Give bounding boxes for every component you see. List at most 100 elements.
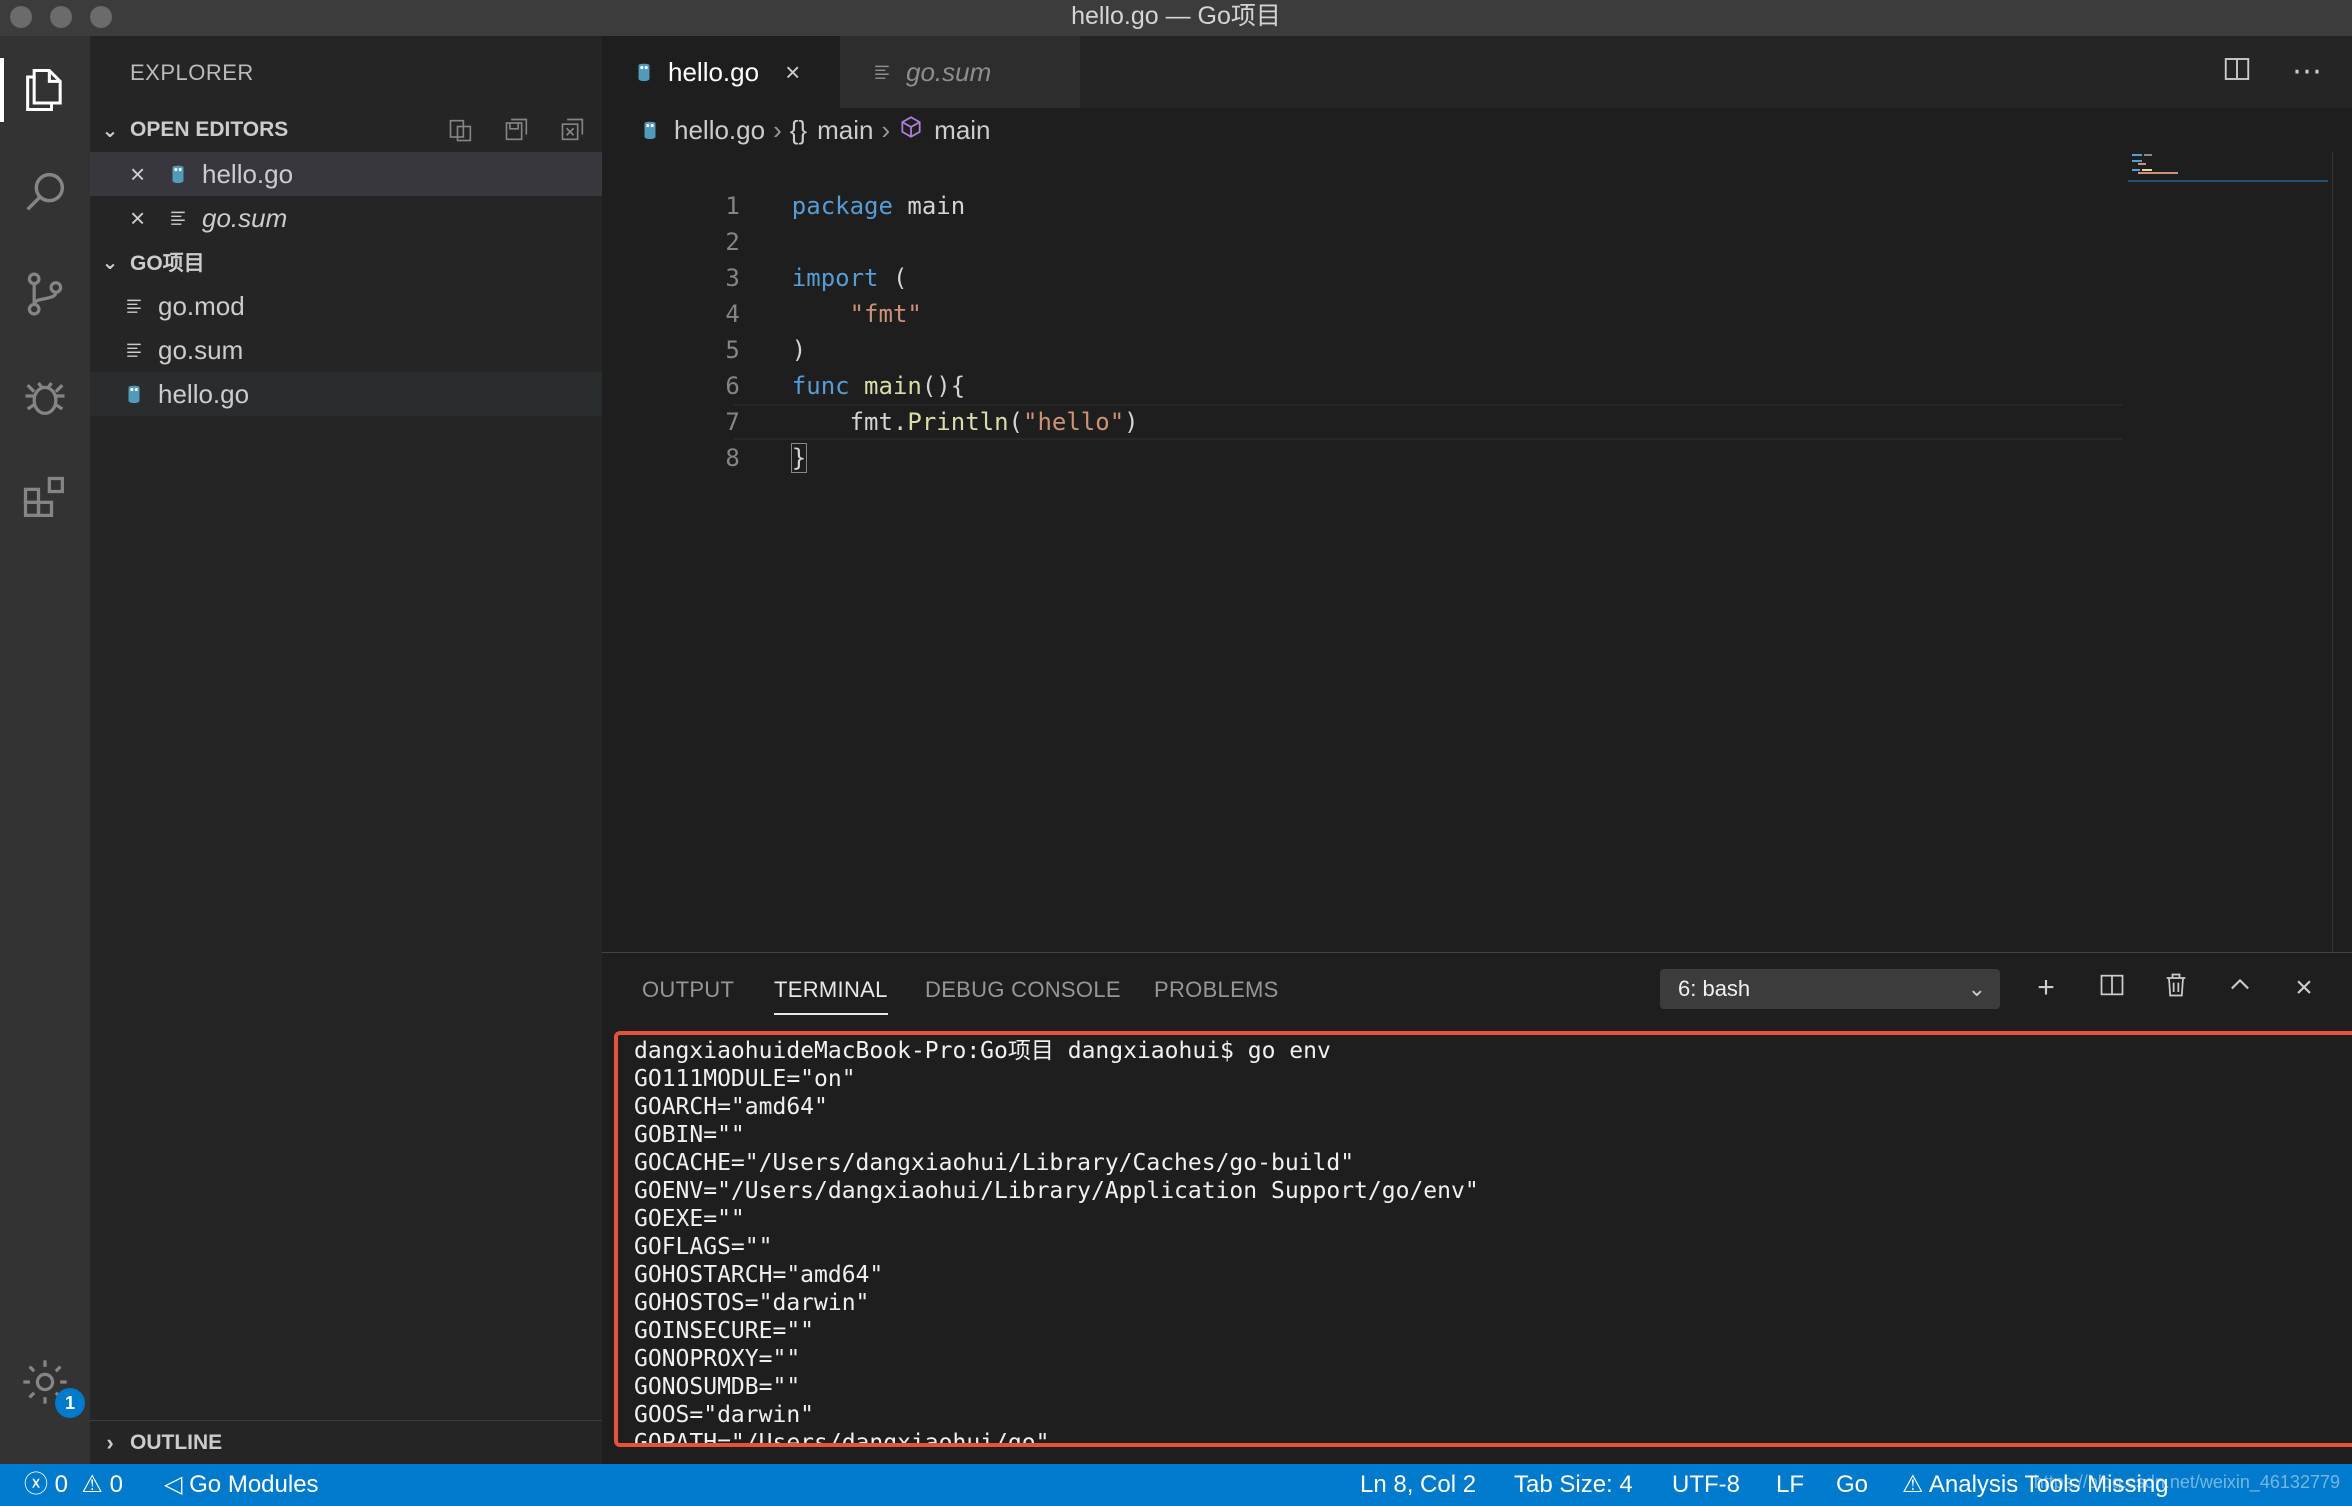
file-hello-go[interactable]: hello.go <box>90 372 602 416</box>
explorer-sidebar: EXPLORER ⌄ OPEN EDITORS × hello.go × go.… <box>90 36 602 1464</box>
editor-scrollbar[interactable] <box>2332 152 2352 952</box>
close-tab-icon[interactable]: × <box>785 57 800 88</box>
terminal-line: GOOS="darwin" <box>634 1402 815 1428</box>
end-of-line[interactable]: LF <box>1776 1464 1804 1506</box>
split-terminal-icon[interactable] <box>2094 971 2130 1007</box>
open-editor-hello-go[interactable]: × hello.go <box>90 152 602 196</box>
folder-header[interactable]: ⌄ GO项目 <box>90 240 602 284</box>
terminal-selector[interactable]: 6: bash ⌄ <box>1660 969 2000 1009</box>
open-editors-header[interactable]: ⌄ OPEN EDITORS <box>90 108 602 152</box>
terminal-line: GOFLAGS="" <box>634 1234 773 1260</box>
file-label: go.mod <box>158 290 245 321</box>
split-editor-icon[interactable] <box>2222 54 2252 92</box>
function-cube-icon <box>898 114 924 147</box>
go-modules-status[interactable]: ◁ Go Modules <box>164 1464 319 1506</box>
kill-terminal-trash-icon[interactable] <box>2158 971 2194 1007</box>
go-gopher-icon <box>632 58 656 86</box>
folder-label: GO项目 <box>130 252 205 275</box>
code-line: 7 fmt.Println("hello") <box>602 368 2122 436</box>
language-mode[interactable]: Go <box>1836 1464 1868 1506</box>
go-gopher-icon <box>122 380 146 408</box>
open-editor-go-sum[interactable]: × go.sum <box>90 196 602 240</box>
terminal-output[interactable]: dangxiaohuideMacBook-Pro:Go项目 dangxiaohu… <box>614 1031 2352 1447</box>
chevron-right-icon: › <box>773 114 782 145</box>
text-file-icon <box>122 292 146 320</box>
open-editors-label: OPEN EDITORS <box>130 118 289 141</box>
line-number: 8 <box>725 444 740 472</box>
editor-tabs: hello.go × go.sum ⋯ <box>602 36 2352 108</box>
search-icon[interactable] <box>15 162 75 222</box>
window-title: hello.go — Go项目 <box>1071 2 1281 30</box>
tab-size[interactable]: Tab Size: 4 <box>1514 1464 1633 1506</box>
terminal-line: GOHOSTOS="darwin" <box>634 1290 870 1316</box>
minimap[interactable] <box>2128 152 2328 192</box>
activity-bar: 1 <box>0 36 90 1464</box>
close-editor-icon[interactable]: × <box>130 159 154 190</box>
file-label: hello.go <box>158 378 250 409</box>
close-editor-icon[interactable]: × <box>130 203 154 234</box>
open-editor-label: go.sum <box>202 202 288 233</box>
chevron-right-icon: › <box>881 114 891 145</box>
terminal-line: GOBIN="" <box>634 1122 745 1148</box>
terminal-select-value: 6: bash <box>1678 976 1751 1001</box>
terminal-line: GOEXE="" <box>634 1206 745 1232</box>
breadcrumb-function[interactable]: main <box>934 115 990 146</box>
error-count: 0 <box>54 1471 69 1498</box>
problems-status[interactable]: ⓧ 0 ⚠ 0 <box>24 1464 123 1506</box>
breadcrumb-file[interactable]: hello.go <box>674 115 765 146</box>
tab-go-sum[interactable]: go.sum <box>840 36 1080 108</box>
megaphone-icon: ◁ <box>164 1471 183 1498</box>
terminal-line: GOHOSTARCH="amd64" <box>634 1262 884 1288</box>
maximize-panel-icon[interactable] <box>2222 971 2258 1007</box>
open-editor-label: hello.go <box>202 158 294 189</box>
watermark: https://blog.csdn.net/weixin_46132779 <box>2033 1472 2340 1492</box>
code-editor[interactable]: 1 package main 2 3 import ( 4 "fmt" 5) 6 fu… <box>602 152 2352 952</box>
new-untitled-file-icon[interactable] <box>446 116 476 144</box>
go-modules-label: Go Modules <box>189 1471 319 1498</box>
save-all-icon[interactable] <box>502 116 532 144</box>
code-line: 4 "fmt" <box>602 260 2122 328</box>
outline-label: OUTLINE <box>130 1430 223 1454</box>
more-actions-icon[interactable]: ⋯ <box>2292 54 2322 92</box>
breadcrumb-package[interactable]: main <box>817 115 873 146</box>
error-icon: ⓧ <box>24 1471 48 1498</box>
terminal-line: GOARCH="amd64" <box>634 1094 828 1120</box>
tab-terminal[interactable]: TERMINAL <box>774 977 888 1015</box>
cursor-position[interactable]: Ln 8, Col 2 <box>1360 1464 1476 1506</box>
tab-output[interactable]: OUTPUT <box>642 977 734 1003</box>
debug-icon[interactable] <box>15 366 75 426</box>
source-control-icon[interactable] <box>15 264 75 324</box>
tab-problems[interactable]: PROBLEMS <box>1154 977 1279 1003</box>
tab-label: hello.go <box>668 56 760 87</box>
explorer-icon[interactable] <box>15 60 75 120</box>
close-all-icon[interactable] <box>558 116 588 144</box>
sidebar-title: EXPLORER <box>130 60 254 85</box>
file-label: go.sum <box>158 334 244 365</box>
code-line: 3 import ( <box>602 224 2122 292</box>
close-panel-icon[interactable]: × <box>2286 971 2322 1005</box>
chevron-right-icon: › <box>106 1429 114 1455</box>
settings-badge: 1 <box>55 1388 85 1418</box>
tab-debug-console[interactable]: DEBUG CONSOLE <box>925 977 1121 1003</box>
go-gopher-icon <box>166 160 190 188</box>
namespace-icon: {} <box>789 114 808 145</box>
file-go-mod[interactable]: go.mod <box>90 284 602 328</box>
code-line: 5) <box>602 296 2122 364</box>
terminal-line: GONOPROXY="" <box>634 1346 801 1372</box>
matched-bracket: } <box>790 443 808 473</box>
terminal-line: dangxiaohuideMacBook-Pro:Go项目 dangxiaohu… <box>634 1038 1331 1064</box>
text-file-icon <box>122 336 146 364</box>
settings-gear-icon[interactable]: 1 <box>15 1352 85 1418</box>
code-line: 8} <box>602 404 2122 473</box>
file-go-sum[interactable]: go.sum <box>90 328 602 372</box>
text-file-icon <box>870 58 894 86</box>
warning-icon: ⚠ <box>81 1471 103 1498</box>
tab-hello-go[interactable]: hello.go × <box>602 36 840 108</box>
encoding[interactable]: UTF-8 <box>1672 1464 1740 1506</box>
outline-header[interactable]: › OUTLINE <box>90 1420 602 1464</box>
chevron-down-icon: ⌄ <box>101 251 119 274</box>
go-gopher-icon <box>638 116 662 144</box>
tab-label: go.sum <box>906 56 992 87</box>
extensions-icon[interactable] <box>15 468 75 528</box>
new-terminal-icon[interactable]: + <box>2028 971 2064 1005</box>
